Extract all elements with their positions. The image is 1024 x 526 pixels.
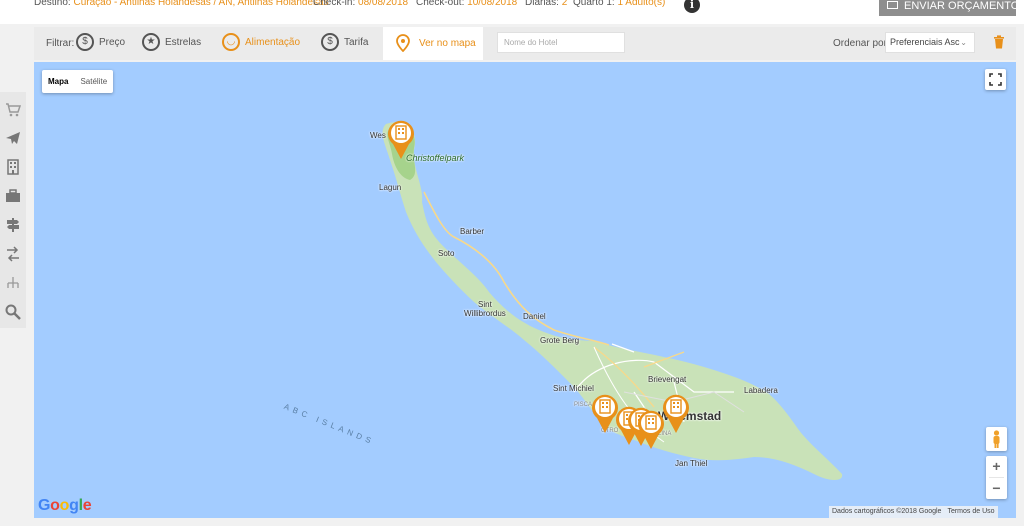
filter-stars[interactable]: ★ Estrelas xyxy=(142,32,201,54)
search-icon[interactable] xyxy=(4,303,22,321)
order-select[interactable]: Preferenciais Asc ⌄ xyxy=(885,32,975,53)
transfer-icon[interactable] xyxy=(4,245,22,263)
money-icon: $ xyxy=(321,33,339,52)
hotel-name-input[interactable] xyxy=(497,32,625,53)
tab-view-map-label: Ver no mapa xyxy=(419,38,476,49)
room-info: Quarto 1: 1 Adulto(s) xyxy=(573,0,665,8)
send-quote-label: ENVIAR ORÇAMENTO xyxy=(904,0,1020,12)
filter-food[interactable]: ◡ Alimentação xyxy=(222,32,300,54)
zoom-out-button[interactable]: − xyxy=(986,478,1007,499)
checkout-info: Check-out: 10/08/2018 xyxy=(416,0,517,8)
filter-food-label: Alimentação xyxy=(245,37,301,48)
envelope-icon xyxy=(887,1,898,10)
pegman-icon xyxy=(993,430,1000,448)
tree-icon[interactable] xyxy=(4,274,22,292)
star-icon: ★ xyxy=(142,33,160,52)
filter-price-label: Preço xyxy=(99,37,126,48)
filter-bar: Filtrar: $ Preço ★ Estrelas ◡ Alimentação $… xyxy=(34,27,1016,60)
hotel-marker-icon xyxy=(663,394,689,433)
checkin-label: Check-in: xyxy=(313,0,356,8)
destination-info: Destino: Curaçao - Antilhas Holandesas /… xyxy=(34,0,329,8)
place-labadera: Labadera xyxy=(744,386,778,395)
send-quote-button[interactable]: ENVIAR ORÇAMENTO xyxy=(879,0,1020,16)
trash-icon[interactable] xyxy=(993,35,1005,49)
left-sidebar xyxy=(0,92,26,328)
google-logo: Google xyxy=(38,497,92,514)
cart-icon[interactable] xyxy=(4,100,22,118)
filter-price[interactable]: $ Preço xyxy=(76,32,125,54)
place-sint-michiel: Sint Michiel xyxy=(553,384,594,393)
sign-icon[interactable] xyxy=(4,216,22,234)
hotel-pin-westpunt[interactable] xyxy=(386,118,416,160)
room-label: Quarto 1: xyxy=(573,0,615,8)
order-select-value: Preferenciais Asc xyxy=(890,37,960,47)
map-data-credit: Dados cartográficos ©2018 Google xyxy=(832,508,942,515)
place-daniel: Daniel xyxy=(523,312,546,321)
zoom-control: + − xyxy=(986,456,1007,499)
chevron-down-icon: ⌄ xyxy=(960,38,967,47)
place-soto: Soto xyxy=(438,249,455,258)
info-icon[interactable]: i xyxy=(684,0,700,13)
fullscreen-button[interactable] xyxy=(985,69,1006,90)
place-grote-berg: Grote Berg xyxy=(540,336,580,345)
hotel-marker-icon xyxy=(388,120,414,159)
briefcase-icon[interactable] xyxy=(4,187,22,205)
street-view-pegman-button[interactable] xyxy=(986,427,1007,451)
destination-label: Destino: xyxy=(34,0,71,8)
fullscreen-icon xyxy=(989,73,1002,86)
tab-view-map[interactable]: Ver no mapa xyxy=(383,27,483,60)
order-label: Ordenar por: xyxy=(833,38,890,49)
building-icon[interactable] xyxy=(4,158,22,176)
place-westpunt: Wes xyxy=(370,131,386,140)
place-sint-willibrordus: Sint Willibrordus xyxy=(464,300,506,318)
nights-value: 2 xyxy=(561,0,568,8)
food-bowl-icon: ◡ xyxy=(222,33,240,52)
zoom-in-button[interactable]: + xyxy=(986,456,1007,477)
map-attribution: Dados cartográficos ©2018 Google Termos d… xyxy=(829,506,998,518)
destination-value: Curaçao - Antilhas Holandesas / AN, Anti… xyxy=(73,0,329,8)
nights-info: Diárias: 2 xyxy=(525,0,567,8)
map-type-map-button[interactable]: Mapa xyxy=(42,70,74,93)
checkin-value: 08/08/2018 xyxy=(358,0,409,8)
place-jan-thiel: Jan Thiel xyxy=(675,459,708,468)
filter-stars-label: Estrelas xyxy=(165,37,202,48)
place-lagun: Lagun xyxy=(379,183,402,192)
island-landmass xyxy=(382,122,843,480)
hotel-pin-willemstad-b[interactable] xyxy=(661,392,691,434)
checkin-info: Check-in: 08/08/2018 xyxy=(313,0,408,8)
terms-of-use-link[interactable]: Termos de Uso xyxy=(947,508,994,515)
map-pin-icon xyxy=(396,34,410,52)
filter-rate-label: Tarifa xyxy=(344,37,369,48)
map-type-satellite-button[interactable]: Satélite xyxy=(74,70,113,93)
plane-icon[interactable] xyxy=(4,129,22,147)
checkout-label: Check-out: xyxy=(416,0,465,8)
map-type-control: Mapa Satélite xyxy=(42,70,114,93)
checkout-value: 10/08/2018 xyxy=(467,0,518,8)
place-barber: Barber xyxy=(460,227,485,236)
dollar-icon: $ xyxy=(76,33,94,52)
map-view[interactable]: Mapa Satélite Wes Christoffelpark Lagun B… xyxy=(34,62,1016,518)
room-value: 1 Adulto(s) xyxy=(617,0,666,8)
place-brievengat: Brievengat xyxy=(648,375,687,384)
booking-summary-bar: Destino: Curaçao - Antilhas Holandesas /… xyxy=(0,0,1024,24)
nights-label: Diárias: xyxy=(525,0,559,8)
filter-rate[interactable]: $ Tarifa xyxy=(321,32,368,54)
filter-label: Filtrar: xyxy=(46,38,75,49)
